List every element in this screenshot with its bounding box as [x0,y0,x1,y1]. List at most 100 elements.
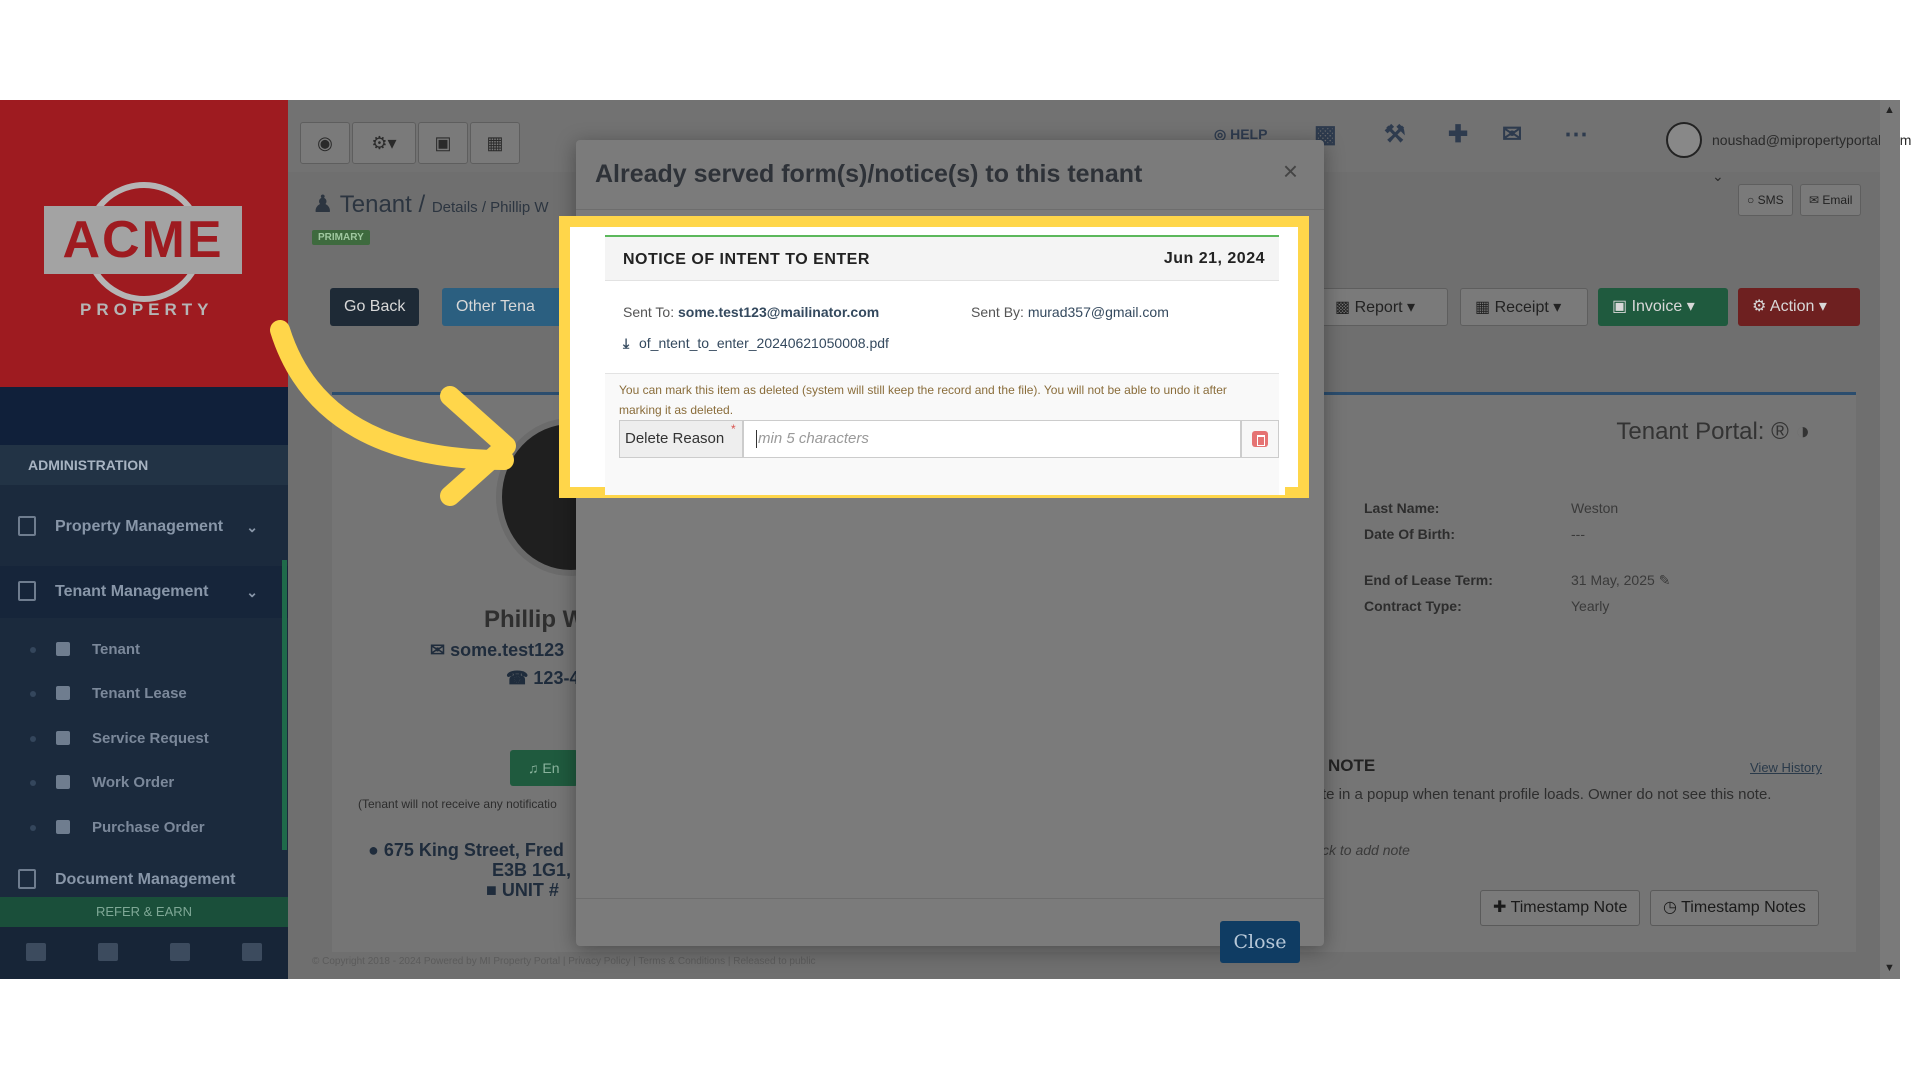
report-button[interactable]: ▩ Report ▾ [1320,288,1448,326]
sidebar-item-property-management[interactable]: Property Management ⌄ [0,501,288,553]
edit-icon[interactable]: ✎ [1659,572,1671,588]
building-icon [18,516,36,536]
grid-icon: ▦ [1475,299,1495,316]
user-menu[interactable]: noushad@mipropertyportal.com ⌄ [1666,122,1911,184]
avatar [1666,122,1702,158]
chevron-down-icon: ⌄ [246,519,258,535]
briefcase-icon[interactable] [98,943,118,961]
sidebar-section-label: ADMINISTRATION [0,445,288,485]
close-icon[interactable]: × [1283,156,1298,187]
receipt-button[interactable]: ▦ Receipt ▾ [1460,288,1588,326]
sent-by-label: Sent By: [971,304,1024,320]
profile-email-text: some.test123 [450,640,565,660]
sidebar-subitem-work-order[interactable]: Work Order [0,761,282,805]
sidebar-subitem-label: Tenant [92,641,141,658]
enroll-button[interactable]: ♫ En [510,750,578,786]
sms-label: SMS [1757,193,1784,207]
plus-icon[interactable]: ✚ [1448,120,1468,149]
notice-header: NOTICE OF INTENT TO ENTER Jun 21, 2024 [605,235,1279,281]
required-icon: * [731,422,736,436]
mail-icon[interactable] [26,943,46,961]
profile-phone-text: 123-4 [533,668,580,688]
more-icon[interactable]: ⋯ [1564,120,1588,149]
modal-header: Already served form(s)/notice(s) to this… [576,140,1324,210]
lease-end-value: 31 May, 2025 ✎ [1571,572,1670,589]
sidebar-item-label: Tenant Management [55,583,209,600]
view-history-link[interactable]: View History [1750,760,1822,775]
refer-earn-button[interactable]: REFER & EARN [0,897,288,927]
profile-name: Phillip W [484,606,586,633]
breadcrumb: ♟ Tenant / Details / Phillip W [312,191,549,218]
download-icon: ⤓ [623,335,630,351]
sidebar-subitem-tenant-lease[interactable]: Tenant Lease [0,672,282,716]
documents-icon [18,869,36,889]
delete-button[interactable] [1241,420,1279,458]
tenant-portal-title: Tenant Portal: ® ◑ [1616,418,1810,446]
clock-icon: ◷ [1663,899,1682,916]
profile-email[interactable]: ✉ some.test123 [430,640,564,661]
envelope-icon: ✉ [430,640,451,660]
scroll-down-icon[interactable]: ▼ [1884,962,1895,974]
add-note-area[interactable]: ck to add note [1322,842,1410,858]
sidebar-item-label: Property Management [55,518,224,535]
timestamp-note-label: Timestamp Note [1510,899,1628,916]
delete-reason-input[interactable]: min 5 characters [743,420,1241,458]
address: ● 675 King Street, Fred E3B 1G1, ■ UNIT … [368,840,571,900]
sent-to-label: Sent To: [623,304,675,320]
phone-icon: ☎ [506,668,534,688]
calculator-icon[interactable] [242,943,262,961]
dashboard-icon[interactable]: ◉ [300,122,350,164]
timestamp-notes-button[interactable]: ◷ Timestamp Notes [1650,890,1819,926]
copyright: © Copyright 2018 - 2024 Powered by MI Pr… [312,956,816,967]
timestamp-note-button[interactable]: ✚ Timestamp Note [1480,890,1641,926]
sms-button[interactable]: ○ SMS [1738,184,1793,216]
sidebar-subitem-purchase-order[interactable]: Purchase Order [0,806,282,850]
sidebar-subitem-label: Tenant Lease [92,685,187,702]
plus-icon: ✚ [1493,899,1511,916]
user-icon[interactable] [170,943,190,961]
envelope-icon: ✉ [1809,193,1820,207]
calculator-icon[interactable]: ▦ [470,122,520,164]
invoice-button[interactable]: ▣ Invoice ▾ [1598,288,1728,326]
unlock-icon[interactable]: ◑ [1796,418,1811,445]
notice-file-link[interactable]: ⤓ of_ntent_to_enter_20240621050008.pdf [623,335,889,351]
sent-by: Sent By: murad357@gmail.com [971,304,1169,320]
delete-warning: You can mark this item as deleted (syste… [619,383,1227,417]
lease-end-label: End of Lease Term: [1364,572,1493,588]
chevron-down-icon: ⌄ [1712,168,1724,184]
note-text: te in a popup when tenant profile loads.… [1322,786,1772,803]
tree-dot [30,736,36,742]
action-button[interactable]: ⚙ Action ▾ [1738,288,1860,326]
notice-card: NOTICE OF INTENT TO ENTER Jun 21, 2024 S… [605,235,1285,495]
contract-type-value: Yearly [1571,598,1610,614]
wrench-icon[interactable]: ⚒ [1384,120,1406,149]
breadcrumb-path[interactable]: Details / Phillip W [432,199,549,216]
user-icon [56,642,70,656]
receipt-label: Receipt [1494,299,1549,316]
trash-icon [1252,431,1268,447]
last-name-label: Last Name: [1364,500,1440,516]
annotation-arrow-icon [270,320,516,506]
delete-section: You can mark this item as deleted (syste… [605,373,1279,495]
logo-text: ACME [44,206,242,274]
action-label: Action [1769,298,1815,315]
scrollbar[interactable]: ▲ ▼ [1880,100,1900,979]
tree-dot [30,825,36,831]
app-window: ACME PROPERTY ADMINISTRATION Property Ma… [0,100,1920,979]
close-button[interactable]: Close [1220,921,1300,963]
unit: ■ UNIT # [368,880,559,900]
calendar-icon[interactable]: ▣ [418,122,468,164]
wrench-icon [56,731,70,745]
settings-dropdown-icon[interactable]: ⚙▾ [352,122,416,164]
sidebar-subitem-service-request[interactable]: Service Request [0,717,282,761]
email-button[interactable]: ✉ Email [1800,184,1862,216]
sidebar-footer [0,927,288,979]
chevron-down-icon: ⌄ [246,584,258,600]
delete-reason-label: Delete Reason [619,420,743,458]
notice-date: Jun 21, 2024 [1163,250,1265,267]
scroll-up-icon[interactable]: ▲ [1884,104,1895,116]
bar-chart-icon: ▩ [1335,299,1355,316]
sidebar-item-tenant-management[interactable]: Tenant Management ⌄ [0,566,288,618]
envelope-icon[interactable]: ✉ [1502,120,1522,149]
sidebar-subitem-tenant[interactable]: Tenant [0,628,282,672]
